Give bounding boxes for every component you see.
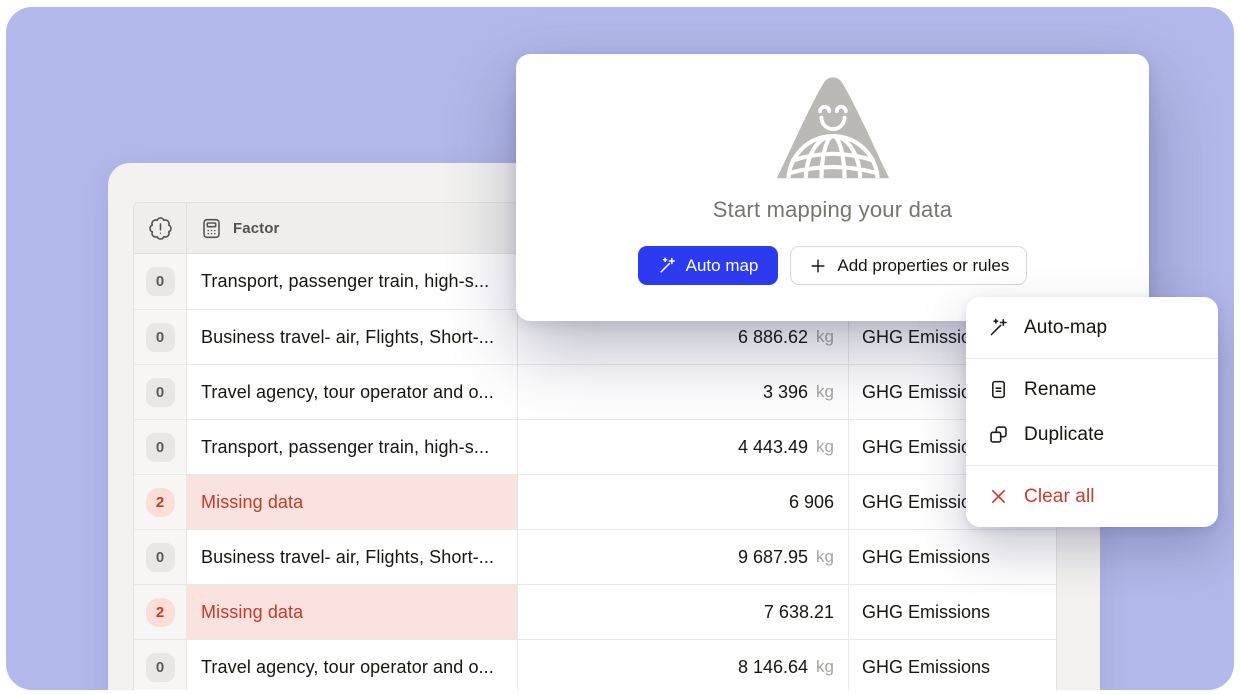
table-row[interactable]: 0 Travel agency, tour operator and o... … [134, 364, 1056, 419]
unit-text: kg [816, 437, 834, 457]
auto-map-button-label: Auto map [686, 256, 759, 276]
factor-text: Missing data [201, 492, 303, 513]
unit-text: kg [816, 327, 834, 347]
row-alert-cell: 0 [134, 420, 187, 474]
menu-item-label: Rename [1024, 379, 1096, 401]
modal-actions: Auto map Add properties or rules [516, 246, 1149, 285]
purple-background-panel: Factor 0 Transport, passenger train, hig… [6, 7, 1234, 690]
alert-count-badge: 2 [146, 488, 175, 517]
globe-mountain-mascot-icon [771, 74, 895, 180]
factor-text: Business travel- air, Flights, Short-... [201, 547, 494, 568]
plus-icon [808, 256, 828, 276]
factor-text: Missing data [201, 602, 303, 623]
category-text: GHG Emissions [862, 657, 990, 678]
row-value-cell[interactable]: 8 146.64 kg [518, 640, 849, 690]
alert-count-badge: 0 [146, 543, 175, 572]
row-alert-cell: 2 [134, 475, 187, 529]
value-text: 8 146.64 [738, 657, 808, 678]
value-text: 6 906 [789, 492, 834, 513]
context-menu-group-bottom: Clear all [966, 465, 1218, 527]
category-text: GHG Emissions [862, 602, 990, 623]
row-factor-cell[interactable]: Travel agency, tour operator and o... [187, 640, 518, 690]
category-text: GHG Emissions [862, 547, 990, 568]
menu-item-label: Duplicate [1024, 424, 1104, 446]
row-factor-cell[interactable]: Travel agency, tour operator and o... [187, 365, 518, 419]
table-row[interactable]: 0 Business travel- air, Flights, Short-.… [134, 529, 1056, 584]
factor-text: Travel agency, tour operator and o... [201, 382, 494, 403]
add-properties-button[interactable]: Add properties or rules [790, 246, 1027, 285]
row-category-cell[interactable]: GHG Emissions [849, 530, 1057, 584]
alert-count-badge: 0 [146, 267, 175, 296]
menu-item-clear-all[interactable]: Clear all [966, 474, 1218, 519]
factor-text: Business travel- air, Flights, Short-... [201, 327, 494, 348]
row-category-cell[interactable]: GHG Emissions [849, 585, 1057, 639]
factor-text: Travel agency, tour operator and o... [201, 657, 494, 678]
row-factor-cell[interactable]: Missing data [187, 475, 518, 529]
factor-text: Transport, passenger train, high-s... [201, 271, 489, 292]
magic-wand-icon [988, 317, 1009, 338]
row-factor-cell[interactable]: Business travel- air, Flights, Short-... [187, 310, 518, 364]
table-row[interactable]: 2 Missing data 7 638.21 GHG Emissions [134, 584, 1056, 639]
row-value-cell[interactable]: 3 396 kg [518, 365, 849, 419]
context-menu-group-middle: Rename Duplicate [966, 358, 1218, 465]
row-alert-cell: 0 [134, 640, 187, 690]
modal-title: Start mapping your data [516, 197, 1149, 223]
row-category-cell[interactable]: GHG Emissions [849, 640, 1057, 690]
value-text: 7 638.21 [764, 602, 834, 623]
alert-count-badge: 0 [146, 653, 175, 682]
value-text: 9 687.95 [738, 547, 808, 568]
context-menu-group-top: Auto-map [966, 297, 1218, 358]
document-icon [988, 379, 1009, 400]
value-text: 4 443.49 [738, 437, 808, 458]
alert-count-badge: 0 [146, 378, 175, 407]
row-alert-cell: 0 [134, 310, 187, 364]
factor-column-header[interactable]: Factor [187, 203, 518, 253]
row-value-cell[interactable]: 4 443.49 kg [518, 420, 849, 474]
menu-item-rename[interactable]: Rename [966, 367, 1218, 412]
row-alert-cell: 0 [134, 365, 187, 419]
row-value-cell[interactable]: 6 906 [518, 475, 849, 529]
table-row[interactable]: 0 Transport, passenger train, high-s... … [134, 419, 1056, 474]
row-factor-cell[interactable]: Transport, passenger train, high-s... [187, 254, 518, 309]
unit-text: kg [816, 382, 834, 402]
x-icon [988, 486, 1009, 507]
value-text: 3 396 [763, 382, 808, 403]
start-mapping-modal: Start mapping your data Auto map [516, 54, 1149, 321]
factor-column-label: Factor [233, 220, 279, 237]
row-alert-cell: 0 [134, 254, 187, 309]
row-factor-cell[interactable]: Missing data [187, 585, 518, 639]
menu-item-auto-map[interactable]: Auto-map [966, 305, 1218, 350]
unit-text: kg [816, 657, 834, 677]
screenshot-stage: Factor 0 Transport, passenger train, hig… [0, 0, 1240, 694]
factor-text: Transport, passenger train, high-s... [201, 437, 489, 458]
row-alert-cell: 2 [134, 585, 187, 639]
row-factor-cell[interactable]: Transport, passenger train, high-s... [187, 420, 518, 474]
calculator-icon [200, 217, 223, 240]
auto-map-button[interactable]: Auto map [638, 246, 779, 285]
row-alert-cell: 0 [134, 530, 187, 584]
alert-column-header[interactable] [134, 203, 187, 253]
context-menu: Auto-map Rename [966, 297, 1218, 527]
menu-item-label: Auto-map [1024, 317, 1107, 339]
unit-text: kg [816, 547, 834, 567]
copy-icon [988, 424, 1009, 445]
table-row[interactable]: 0 Travel agency, tour operator and o... … [134, 639, 1056, 690]
alert-count-badge: 0 [146, 433, 175, 462]
value-text: 6 886.62 [738, 327, 808, 348]
alert-badge-icon [148, 216, 173, 241]
add-properties-button-label: Add properties or rules [837, 256, 1009, 276]
row-value-cell[interactable]: 9 687.95 kg [518, 530, 849, 584]
menu-item-duplicate[interactable]: Duplicate [966, 412, 1218, 457]
table-row[interactable]: 2 Missing data 6 906 GHG Emissions [134, 474, 1056, 529]
menu-item-label: Clear all [1024, 486, 1095, 508]
alert-count-badge: 0 [146, 323, 175, 352]
alert-count-badge: 2 [146, 598, 175, 627]
row-value-cell[interactable]: 7 638.21 [518, 585, 849, 639]
row-factor-cell[interactable]: Business travel- air, Flights, Short-... [187, 530, 518, 584]
magic-wand-icon [658, 256, 677, 275]
